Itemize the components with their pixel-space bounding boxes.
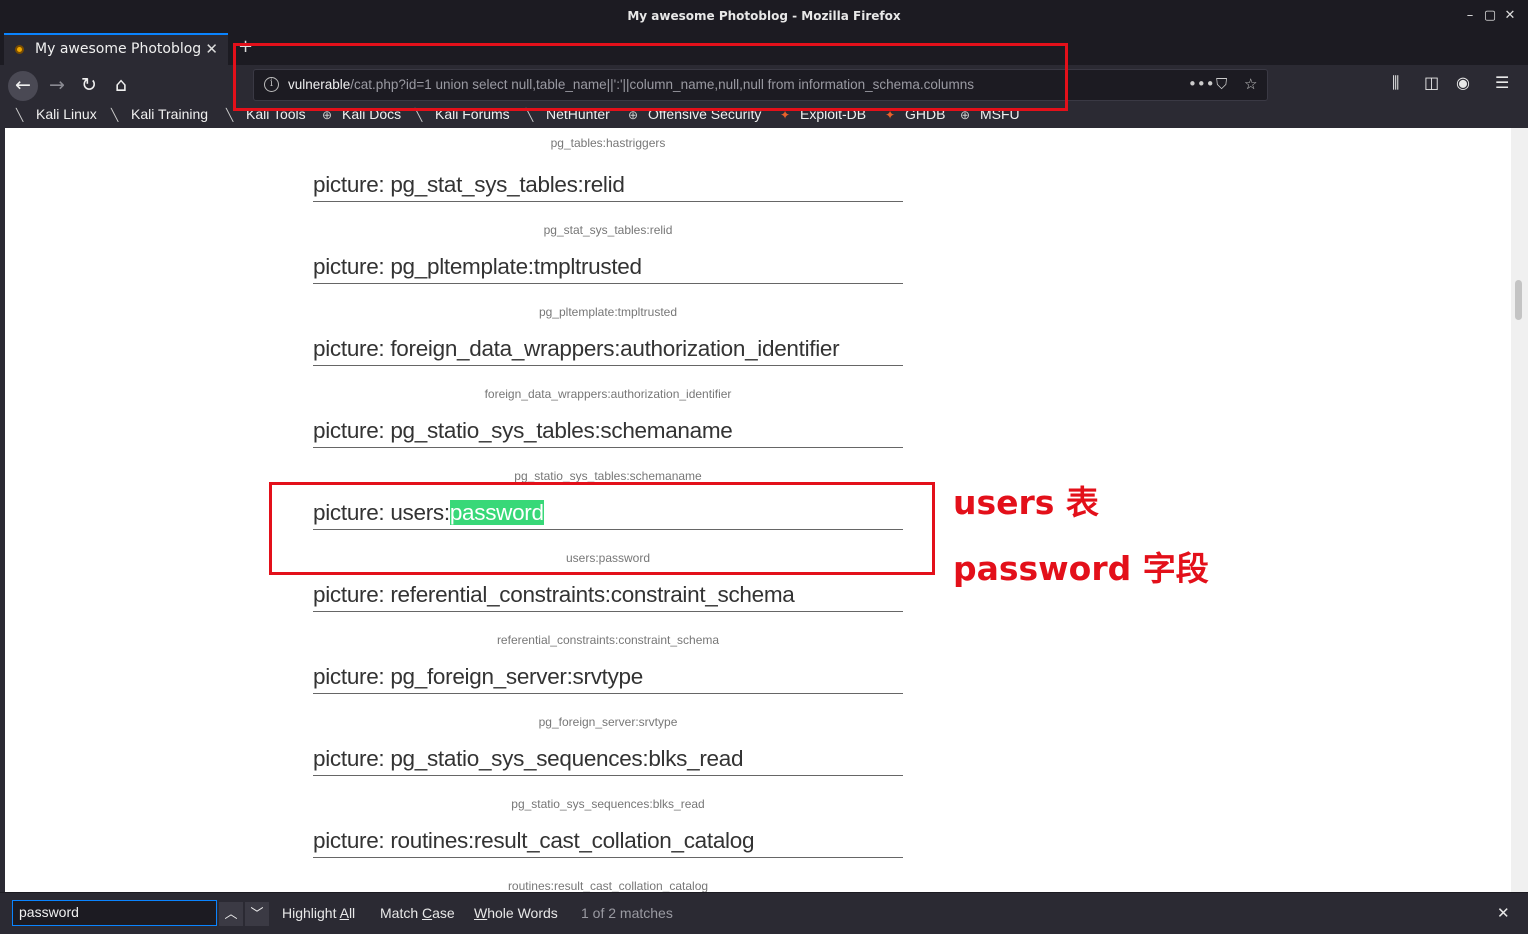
navigation-toolbar: ← → ↻ ⌂ i vulnerable/cat.php?id=1 union …: [0, 65, 1528, 105]
picture-heading[interactable]: picture: users:password: [313, 493, 903, 530]
bookmark-msfu[interactable]: ⊕ MSFU: [960, 106, 1020, 122]
bookmark-kali-linux[interactable]: ╲ Kali Linux: [16, 106, 97, 122]
url-path: /cat.php?id=1 union select null,table_na…: [350, 77, 974, 92]
bookmark-ghdb[interactable]: ✦ GHDB: [885, 106, 945, 122]
site-favicon-icon: [15, 45, 24, 54]
tab-strip: My awesome Photoblog ✕ +: [0, 33, 1528, 65]
exploit-db-icon: ✦: [780, 108, 791, 122]
find-bar: password ︿ ﹀ Highlight All Match Case Wh…: [0, 892, 1528, 934]
picture-heading[interactable]: picture: pg_statio_sys_tables:schemaname: [313, 411, 903, 448]
find-status: 1 of 2 matches: [581, 905, 673, 921]
chevron-up-icon: ︿: [224, 906, 238, 921]
bookmark-kali-forums[interactable]: ╲ Kali Forums: [415, 106, 510, 122]
picture-caption: users:password: [565, 551, 651, 565]
picture-heading[interactable]: picture: referential_constraints:constra…: [313, 575, 903, 612]
picture-heading[interactable]: picture: pg_statio_sys_sequences:blks_re…: [313, 739, 903, 776]
picture-heading[interactable]: picture: foreign_data_wrappers:authoriza…: [313, 329, 903, 366]
chevron-down-icon: ﹀: [250, 906, 264, 921]
picture-caption: routines:result_cast_collation_catalog: [507, 879, 709, 892]
whole-words-option[interactable]: Whole Words: [474, 905, 558, 921]
picture-heading[interactable]: picture: pg_foreign_server:srvtype: [313, 657, 903, 694]
forward-arrow-icon: →: [49, 74, 65, 96]
find-next-button[interactable]: ﹀: [245, 902, 269, 926]
reload-button[interactable]: ↻: [74, 71, 104, 101]
window-titlebar: My awesome Photoblog - Mozilla Firefox –…: [0, 0, 1528, 33]
picture-heading[interactable]: picture: pg_stat_sys_tables:relid: [313, 165, 903, 202]
kali-dragon-icon: ╲: [16, 108, 24, 122]
kali-dragon-icon: ╲: [415, 108, 423, 122]
reload-icon: ↻: [81, 74, 97, 96]
picture-caption: pg_statio_sys_sequences:blks_read: [511, 797, 705, 811]
bookmark-offensive-security[interactable]: ⊕ Offensive Security: [628, 106, 761, 122]
picture-caption: pg_foreign_server:srvtype: [538, 715, 678, 729]
bookmark-star-icon[interactable]: ☆: [1244, 75, 1257, 93]
bookmark-kali-training[interactable]: ╲ Kali Training: [111, 106, 208, 122]
close-window-button[interactable]: ✕: [1502, 7, 1518, 25]
maximize-button[interactable]: ▢: [1482, 7, 1498, 25]
bookmark-kali-docs[interactable]: ⊕ Kali Docs: [322, 106, 401, 122]
annotation-password-field: password 字段: [953, 549, 1209, 588]
find-previous-button[interactable]: ︿: [219, 902, 243, 926]
find-input[interactable]: password: [12, 900, 217, 926]
match-case-option[interactable]: Match Case: [380, 905, 455, 921]
tab-close-icon[interactable]: ✕: [205, 40, 218, 58]
globe-icon: ⊕: [322, 108, 333, 122]
sidebar-icon[interactable]: ◫: [1424, 73, 1439, 92]
new-tab-button[interactable]: +: [238, 36, 253, 57]
picture-caption: pg_tables:hastriggers: [550, 136, 666, 150]
heading-text: picture: users:: [313, 500, 450, 525]
bookmark-nethunter[interactable]: ╲ NetHunter: [526, 106, 610, 122]
url-bar[interactable]: i vulnerable/cat.php?id=1 union select n…: [253, 69, 1268, 101]
forward-button[interactable]: →: [42, 71, 72, 101]
bookmark-exploit-db[interactable]: ✦ Exploit-DB: [780, 106, 866, 122]
picture-caption: pg_stat_sys_tables:relid: [543, 223, 673, 237]
picture-caption: referential_constraints:constraint_schem…: [496, 633, 720, 647]
page-actions-menu-icon[interactable]: •••: [1188, 75, 1215, 93]
kali-dragon-icon: ╲: [226, 108, 234, 122]
home-button[interactable]: ⌂: [106, 71, 136, 101]
picture-heading[interactable]: picture: routines:result_cast_collation_…: [313, 821, 903, 858]
library-icon[interactable]: ⫼: [1392, 73, 1399, 93]
window-title: My awesome Photoblog - Mozilla Firefox: [627, 9, 901, 23]
tab-my-awesome-photoblog[interactable]: My awesome Photoblog ✕: [4, 33, 228, 65]
pocket-icon[interactable]: ⛉: [1216, 75, 1227, 93]
bookmarks-toolbar: ╲ Kali Linux ╲ Kali Training ╲ Kali Tools ⊕…: [0, 105, 1528, 128]
globe-icon: ⊕: [628, 108, 639, 122]
find-match-highlight: password: [449, 500, 544, 525]
home-icon: ⌂: [114, 74, 128, 96]
annotation-users-table: users 表: [953, 483, 1099, 522]
back-arrow-icon: ←: [15, 74, 31, 96]
bookmark-kali-tools[interactable]: ╲ Kali Tools: [226, 106, 306, 122]
picture-caption: foreign_data_wrappers:authorization_iden…: [484, 387, 732, 401]
picture-heading[interactable]: picture: pg_pltemplate:tmpltrusted: [313, 247, 903, 284]
picture-caption: pg_pltemplate:tmpltrusted: [538, 305, 678, 319]
globe-icon: ⊕: [960, 108, 971, 122]
menu-icon[interactable]: ☰: [1495, 73, 1509, 92]
kali-dragon-icon: ╲: [111, 108, 119, 122]
highlight-all-option[interactable]: Highlight All: [282, 905, 355, 921]
exploit-db-icon: ✦: [885, 108, 896, 122]
back-button[interactable]: ←: [8, 71, 38, 101]
tab-label: My awesome Photoblog: [35, 41, 202, 57]
scrollbar-thumb[interactable]: [1515, 280, 1522, 320]
page-scrollbar[interactable]: [1511, 128, 1528, 892]
find-close-icon[interactable]: ✕: [1497, 904, 1510, 922]
account-icon[interactable]: ◉: [1456, 73, 1470, 92]
minimize-button[interactable]: –: [1462, 7, 1478, 25]
picture-caption: pg_statio_sys_tables:schemaname: [514, 469, 702, 483]
kali-dragon-icon: ╲: [526, 108, 534, 122]
url-text[interactable]: vulnerable/cat.php?id=1 union select nul…: [288, 77, 974, 92]
page-content: pg_tables:hastriggers picture: pg_stat_s…: [5, 128, 1511, 892]
url-host: vulnerable: [288, 77, 351, 92]
site-info-icon[interactable]: i: [264, 77, 279, 92]
